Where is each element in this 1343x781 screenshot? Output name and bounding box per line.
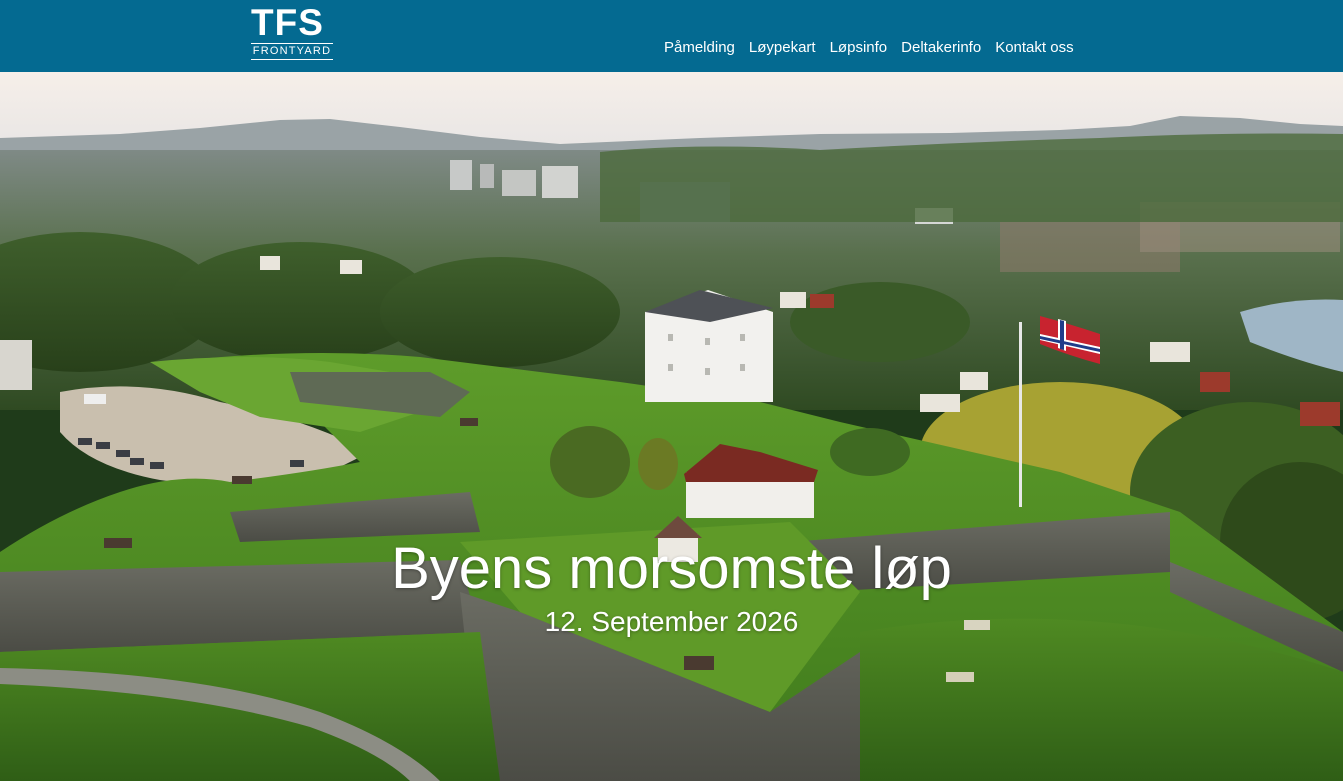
hero-date: 12. September 2026	[544, 606, 799, 637]
nav-link-lopsinfo[interactable]: Løpsinfo	[830, 39, 888, 56]
nav-item-lopsinfo: Løpsinfo	[830, 39, 888, 57]
nav-link-loypekart[interactable]: Løypekart	[749, 39, 816, 56]
logo-divider-bottom	[251, 59, 333, 60]
hero-title: Byens morsomste løp	[391, 536, 952, 601]
site-logo[interactable]: TFS FRONTYARD	[251, 2, 333, 62]
nav-item-loypekart: Løypekart	[749, 39, 816, 57]
page: TFS FRONTYARD Påmelding Løypekart Løpsin…	[0, 0, 1343, 781]
nav-link-pamelding[interactable]: Påmelding	[664, 39, 735, 56]
nav-item-deltakerinfo: Deltakerinfo	[901, 39, 981, 57]
logo-text: TFS	[251, 2, 324, 43]
logo-subtext: FRONTYARD	[252, 45, 332, 57]
main-nav: Påmelding Løypekart Løpsinfo Deltakerinf…	[664, 39, 1074, 57]
nav-item-pamelding: Påmelding	[664, 39, 735, 57]
hero-image	[0, 72, 1343, 781]
nav-link-deltakerinfo[interactable]: Deltakerinfo	[901, 39, 981, 56]
logo-divider	[251, 43, 333, 44]
nav-item-kontakt: Kontakt oss	[995, 39, 1073, 57]
site-header: TFS FRONTYARD Påmelding Løypekart Løpsin…	[0, 0, 1343, 72]
hero-section: Byens morsomste løp 12. September 2026	[0, 72, 1343, 781]
nav-link-kontakt[interactable]: Kontakt oss	[995, 39, 1073, 56]
